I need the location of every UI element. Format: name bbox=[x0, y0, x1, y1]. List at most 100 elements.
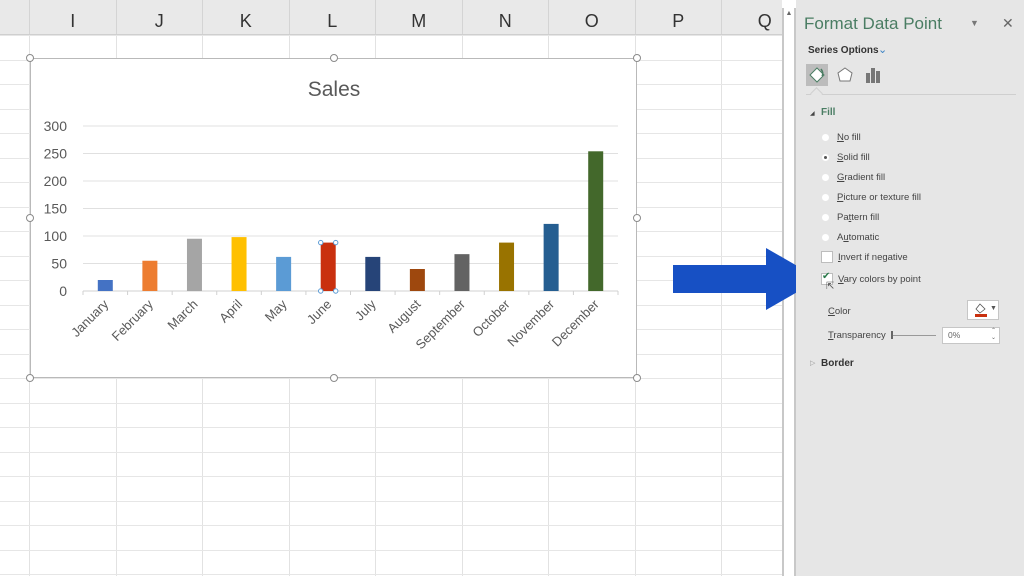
grid-hline bbox=[0, 35, 782, 36]
tab-fill-line[interactable] bbox=[806, 64, 828, 86]
bar-december bbox=[588, 151, 604, 291]
column-header-q[interactable]: Q bbox=[722, 0, 782, 34]
bar-september bbox=[454, 254, 470, 291]
x-tick-label: March bbox=[164, 297, 200, 333]
chart-resize-handle[interactable] bbox=[633, 374, 641, 382]
chart-resize-handle[interactable] bbox=[329, 54, 338, 62]
column-header-o[interactable]: O bbox=[549, 0, 636, 34]
selection-handle bbox=[318, 288, 324, 294]
column-header-n[interactable]: N bbox=[463, 0, 549, 34]
grid-hline bbox=[0, 500, 782, 502]
radio-label: Solid fill bbox=[837, 151, 870, 163]
gridlines bbox=[83, 125, 618, 292]
column-header-p[interactable]: P bbox=[636, 0, 722, 34]
radio-button[interactable] bbox=[822, 173, 829, 181]
checkbox-vary-colors-by-point[interactable]: Vary colors by point bbox=[821, 271, 921, 286]
checkbox[interactable] bbox=[821, 251, 833, 263]
radio-button[interactable] bbox=[822, 193, 829, 201]
chart-resize-handle[interactable] bbox=[633, 214, 641, 222]
checkbox-label: Invert if negative bbox=[838, 251, 908, 263]
pentagon-icon bbox=[837, 67, 853, 82]
radio-automatic[interactable]: Automatic bbox=[822, 230, 879, 244]
bar-march bbox=[186, 238, 202, 291]
pane-title: Format Data Point bbox=[804, 14, 942, 33]
tab-effects[interactable] bbox=[834, 64, 856, 86]
dropdown-arrow-icon[interactable]: ▼ bbox=[990, 305, 997, 312]
transparency-slider-thumb[interactable] bbox=[891, 331, 893, 339]
scroll-up-icon[interactable]: ▲ bbox=[784, 8, 794, 20]
transparency-slider[interactable] bbox=[892, 335, 936, 336]
spreadsheet: IJKLMNOPQ Sales 0 50 100 150 200 250 300 Janua… bbox=[0, 0, 782, 576]
x-tick-label: May bbox=[262, 296, 290, 324]
pane-options-dropdown[interactable]: ▼ bbox=[970, 18, 979, 28]
radio-solid-fill[interactable]: Solid fill bbox=[822, 150, 870, 164]
column-header-l[interactable]: L bbox=[290, 0, 376, 34]
radio-no-fill[interactable]: No fill bbox=[822, 130, 861, 144]
transparency-input[interactable]: 0% ⌃ ⌄ bbox=[942, 327, 1000, 344]
collapse-triangle-icon[interactable]: ◢ bbox=[810, 110, 815, 117]
fill-section-header[interactable]: Fill bbox=[821, 107, 835, 118]
y-axis-ticks: 0 50 100 150 200 250 300 bbox=[44, 118, 68, 299]
column-header-i[interactable]: I bbox=[30, 0, 117, 34]
checkbox-invert-if-negative[interactable]: Invert if negative bbox=[821, 250, 908, 264]
x-tick-label: December bbox=[549, 296, 602, 349]
column-header-k[interactable]: K bbox=[203, 0, 290, 34]
radio-picture-fill[interactable]: Picture or texture fill bbox=[822, 190, 921, 204]
radio-label: Gradient fill bbox=[837, 171, 886, 183]
bar-january bbox=[97, 280, 113, 291]
radio-button[interactable] bbox=[822, 133, 829, 141]
expand-triangle-icon[interactable]: ▷ bbox=[810, 359, 815, 367]
transparency-value: 0% bbox=[948, 330, 961, 340]
selection-handle bbox=[318, 239, 324, 246]
chart-resize-handle[interactable] bbox=[329, 374, 338, 382]
x-tick-label: October bbox=[469, 296, 513, 340]
tab-series-options[interactable] bbox=[862, 64, 884, 86]
grid-hline bbox=[0, 549, 782, 551]
x-tick-label: November bbox=[504, 296, 557, 349]
radio-button[interactable] bbox=[822, 213, 829, 221]
x-tick-label: July bbox=[352, 296, 379, 323]
chart-resize-handle[interactable] bbox=[26, 214, 34, 222]
y-tick-label: 100 bbox=[44, 228, 68, 244]
selection-handle bbox=[333, 239, 339, 246]
chart-resize-handle[interactable] bbox=[633, 54, 641, 62]
bar-july bbox=[365, 256, 381, 291]
x-axis-ticks: JanuaryFebruary March April May June July Augu… bbox=[68, 291, 619, 352]
column-header-partial[interactable] bbox=[0, 0, 30, 34]
radio-button[interactable] bbox=[822, 233, 829, 241]
bar-february bbox=[142, 260, 158, 291]
close-icon[interactable]: ✕ bbox=[1002, 15, 1014, 32]
radio-button[interactable] bbox=[822, 153, 829, 161]
transparency-label: Transparency bbox=[828, 330, 886, 341]
border-section-header[interactable]: Border bbox=[821, 358, 854, 369]
grid-hline bbox=[0, 525, 782, 526]
column-header-j[interactable]: J bbox=[117, 0, 203, 34]
chart-title[interactable]: Sales bbox=[308, 78, 361, 101]
x-tick-label: January bbox=[68, 296, 112, 340]
chart-canvas: Sales 0 50 100 150 200 250 300 JanuaryFebruary… bbox=[44, 78, 619, 352]
series-options-dropdown[interactable]: Series Options bbox=[808, 45, 879, 56]
paint-bucket-icon bbox=[809, 67, 825, 83]
chart-resize-handle[interactable] bbox=[26, 374, 34, 382]
tab-divider bbox=[806, 94, 1016, 95]
chart-resize-handle[interactable] bbox=[26, 54, 34, 62]
radio-pattern-fill[interactable]: Pattern fill bbox=[822, 210, 879, 224]
radio-gradient-fill[interactable]: Gradient fill bbox=[822, 170, 885, 184]
x-tick-label: June bbox=[304, 297, 335, 328]
chart-area[interactable]: Sales 0 50 100 150 200 250 300 January February… bbox=[26, 54, 641, 382]
column-header-bar: IJKLMNOPQ bbox=[0, 0, 782, 35]
x-tick-label: September bbox=[413, 296, 469, 352]
x-tick-label: April bbox=[216, 296, 245, 325]
column-header-m[interactable]: M bbox=[376, 0, 463, 34]
checkbox-label: Vary colors by point bbox=[838, 273, 921, 285]
color-picker-button[interactable]: ▼ bbox=[967, 300, 999, 320]
spinner-icon[interactable]: ⌃ ⌄ bbox=[991, 328, 996, 342]
y-tick-label: 300 bbox=[44, 118, 68, 134]
radio-label: Pattern fill bbox=[837, 211, 880, 223]
bar-chart-icon bbox=[866, 68, 880, 83]
y-tick-label: 50 bbox=[51, 256, 67, 272]
grid-hline bbox=[0, 427, 782, 428]
chevron-down-icon[interactable]: ⌄ bbox=[878, 43, 887, 56]
bar-october bbox=[499, 242, 515, 291]
y-tick-label: 200 bbox=[44, 173, 68, 189]
